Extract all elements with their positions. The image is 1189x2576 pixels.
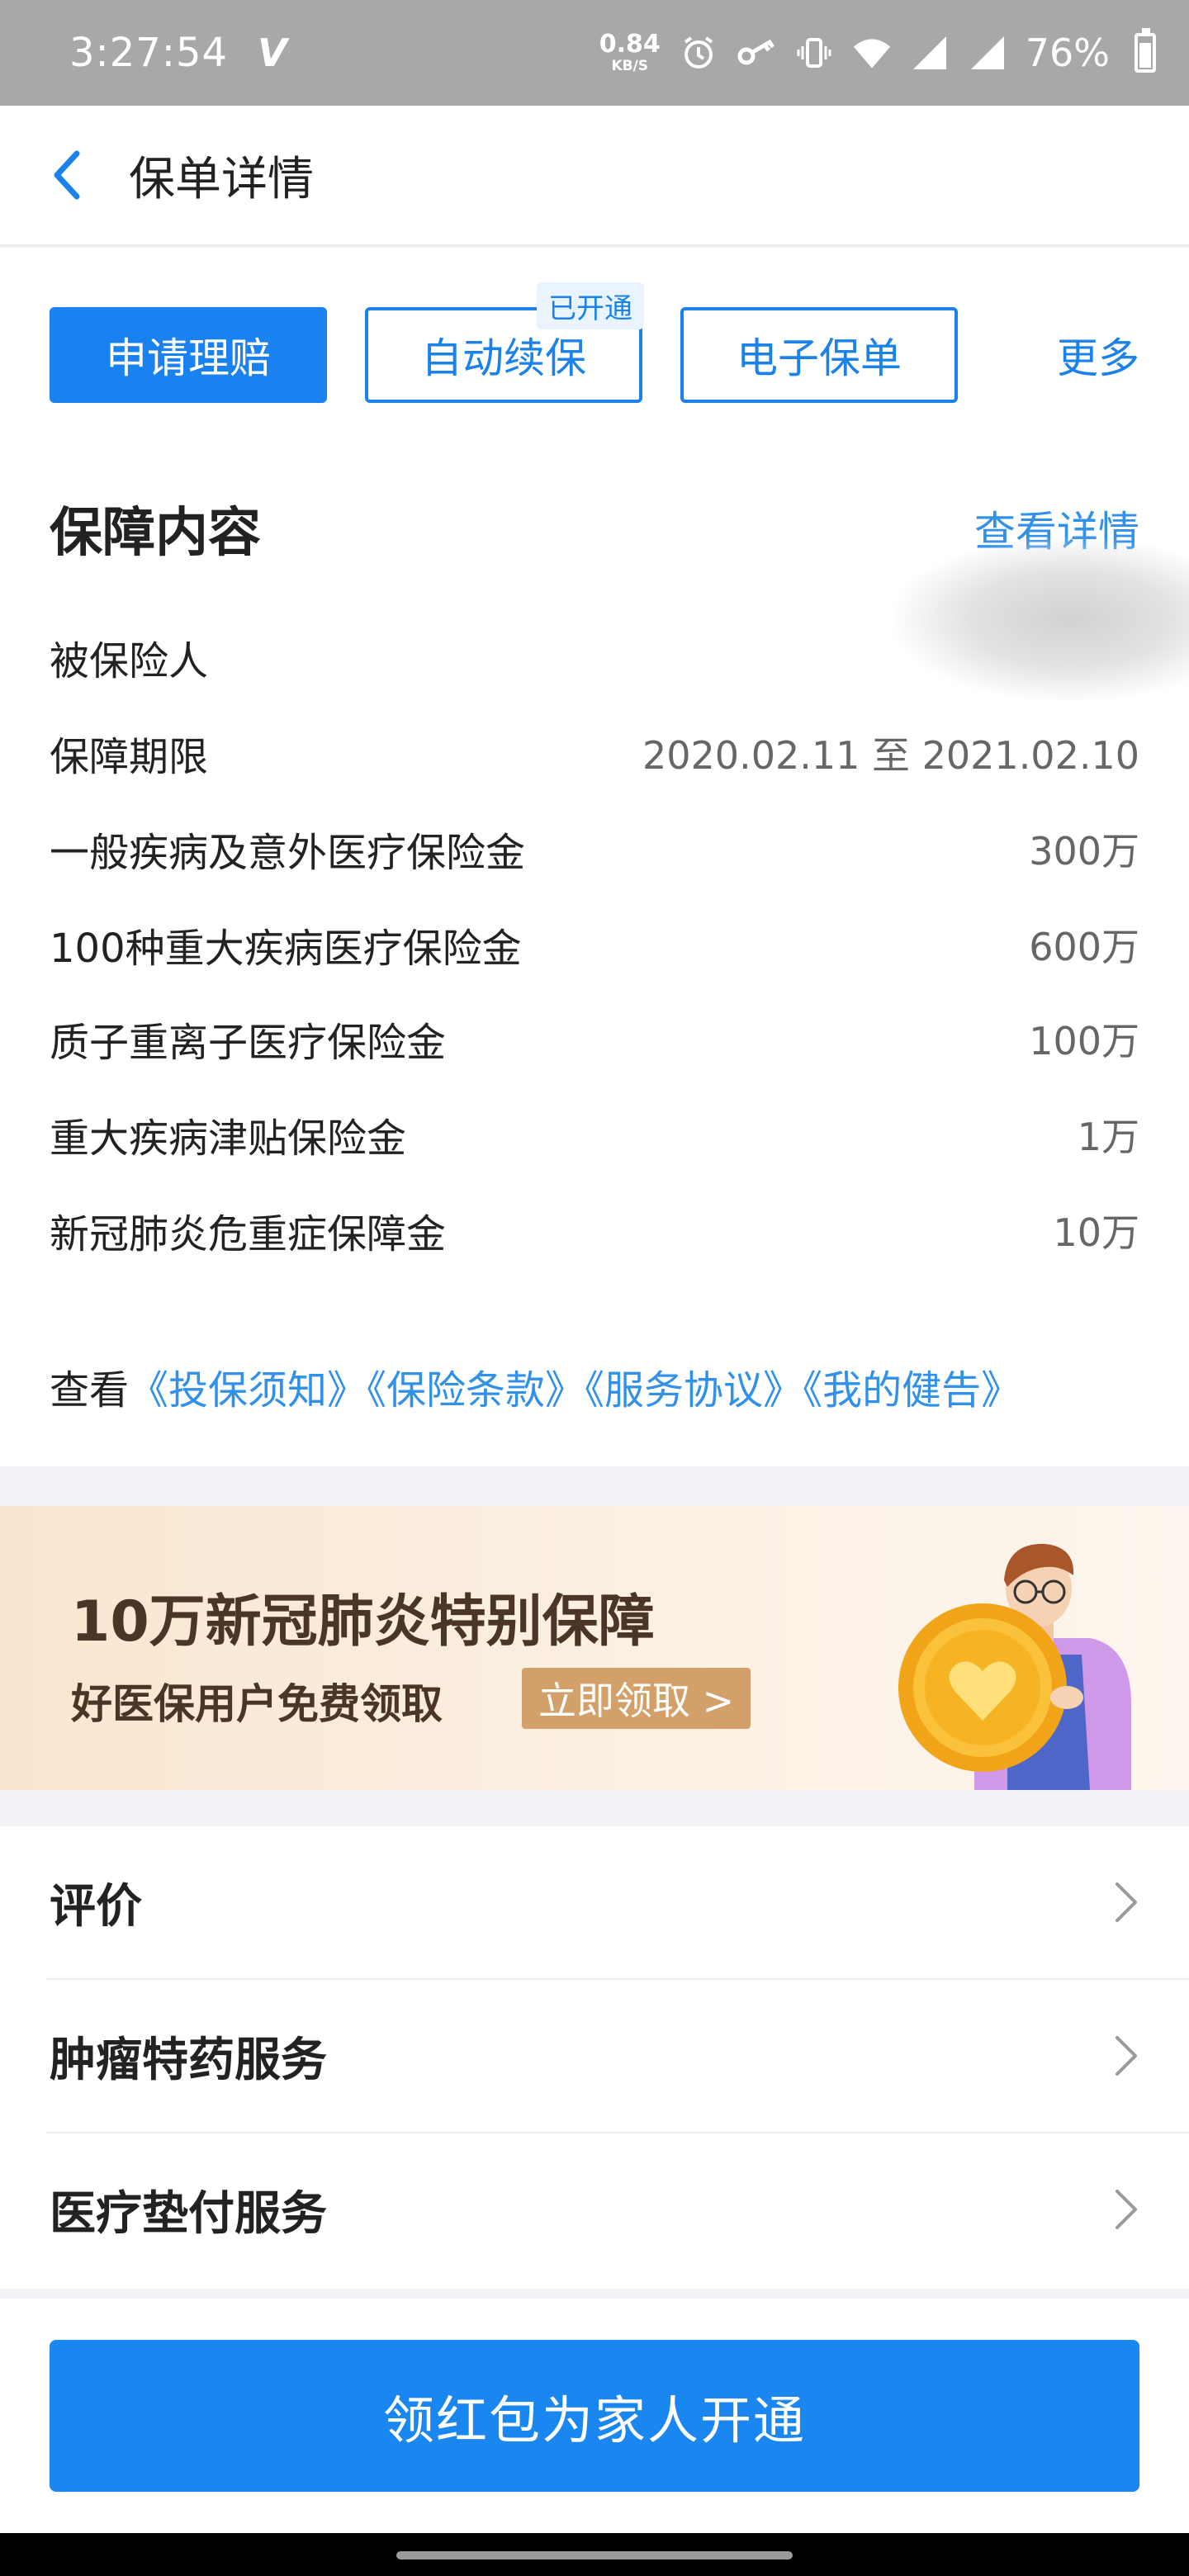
policy-card: 申请理赔 自动续保 已开通 电子保单 更多 保障内容 查看详情 被保险人 保障期…	[0, 248, 1189, 1466]
e-policy-button[interactable]: 电子保单	[680, 307, 958, 403]
coverage-label: 一般疾病及意外医疗保险金	[50, 830, 526, 876]
auto-renew-button[interactable]: 自动续保 已开通	[365, 282, 644, 403]
chevron-right-icon	[1110, 2031, 1143, 2081]
promo-banner[interactable]: 10万新冠肺炎特别保障 好医保用户免费领取 立即领取 >	[0, 1506, 1189, 1790]
coverage-value: 600万	[1029, 925, 1139, 969]
chevron-left-icon[interactable]	[38, 146, 96, 204]
battery-icon	[1135, 28, 1156, 73]
list-item-medical-advance-service[interactable]: 医疗垫付服务	[0, 2133, 1189, 2285]
coverage-row: 质子重离子医疗保险金 100万	[50, 1006, 1139, 1072]
coverage-value: 100万	[1029, 1019, 1139, 1063]
list-item-label: 医疗垫付服务	[50, 2186, 327, 2241]
coverage-row: 重大疾病津贴保险金 1万	[50, 1101, 1139, 1167]
coverage-row: 100种重大疾病医疗保险金 600万	[50, 912, 1139, 978]
document-links: 查看《投保须知》《保险条款》《服务协议》《我的健告》	[50, 1357, 1021, 1415]
net-speed-value: 0.84	[599, 30, 661, 59]
coverage-row: 一般疾病及意外医疗保险金 300万	[50, 816, 1139, 882]
coverage-label: 保障期限	[50, 734, 209, 780]
alarm-icon	[679, 33, 718, 73]
coverage-label: 100种重大疾病医疗保险金	[50, 926, 522, 972]
status-badge: 已开通	[537, 282, 644, 329]
family-enroll-button[interactable]: 领红包为家人开通	[50, 2340, 1139, 2492]
more-link[interactable]: 更多	[1057, 307, 1139, 403]
coverage-label: 重大疾病津贴保险金	[50, 1115, 407, 1162]
coverage-row: 被保险人	[50, 624, 1139, 690]
banner-title: 10万新冠肺炎特别保障	[71, 1589, 655, 1655]
coverage-label: 质子重离子医疗保险金	[50, 1020, 447, 1066]
list-item-label: 评价	[50, 1879, 142, 1934]
net-speed-unit: KB/S	[611, 58, 649, 74]
terms-link[interactable]: 《保险条款》	[367, 1367, 585, 1413]
net-speed: 0.84 KB/S	[599, 32, 661, 73]
wifi-icon	[852, 33, 892, 73]
action-row: 申请理赔 自动续保 已开通 电子保单 更多	[50, 282, 1139, 403]
coverage-value: 300万	[1029, 829, 1139, 874]
list-item-review[interactable]: 评价	[0, 1826, 1189, 1978]
documents-prefix: 查看	[50, 1367, 130, 1413]
coverage-value: 2020.02.11 至 2021.02.10	[642, 733, 1139, 778]
status-time: 3:27:54	[69, 30, 229, 76]
claim-now-button[interactable]: 立即领取 >	[522, 1668, 751, 1729]
coverage-value: 1万	[1077, 1115, 1139, 1159]
coverage-label: 被保险人	[50, 638, 209, 684]
banner-subtitle: 好医保用户免费领取	[71, 1680, 443, 1728]
list-item-oncology-drug-service[interactable]: 肿瘤特药服务	[0, 1980, 1189, 2132]
chevron-right-icon	[1110, 1878, 1143, 1927]
home-indicator[interactable]	[396, 2551, 793, 2559]
coverage-value: 10万	[1053, 1210, 1139, 1255]
list-item-label: 肿瘤特药服务	[50, 2033, 327, 2087]
vibrate-icon	[794, 33, 834, 73]
health-declaration-link[interactable]: 《我的健告》	[803, 1367, 1021, 1413]
app-header: 保单详情	[0, 106, 1189, 246]
carrier-mark: V	[258, 31, 287, 75]
coverage-row: 保障期限 2020.02.11 至 2021.02.10	[50, 720, 1139, 786]
notice-link[interactable]: 《投保须知》	[129, 1367, 367, 1413]
signal-icon	[910, 33, 950, 73]
status-bar: 3:27:54 V 0.84 KB/S 76%	[0, 0, 1189, 106]
signal-icon	[968, 33, 1007, 73]
services-list: 评价 肿瘤特药服务 医疗垫付服务	[0, 1826, 1189, 2289]
battery-percent: 76%	[1025, 31, 1110, 75]
system-nav-bar	[0, 2533, 1189, 2576]
status-icons: 0.84 KB/S 76%	[599, 28, 1156, 75]
bottom-action-bar: 领红包为家人开通	[0, 2299, 1189, 2533]
apply-claim-button[interactable]: 申请理赔	[50, 307, 327, 403]
page-title: 保单详情	[129, 152, 314, 206]
coverage-title: 保障内容	[50, 503, 261, 564]
service-agreement-link[interactable]: 《服务协议》	[585, 1367, 803, 1413]
person-with-heart-coin-illustration	[898, 1543, 1131, 1790]
chevron-right-icon	[1110, 2185, 1143, 2234]
coverage-label: 新冠肺炎危重症保障金	[50, 1211, 447, 1257]
key-icon	[737, 33, 776, 73]
coverage-row: 新冠肺炎危重症保障金 10万	[50, 1197, 1139, 1263]
auto-renew-label: 自动续保	[421, 334, 586, 382]
